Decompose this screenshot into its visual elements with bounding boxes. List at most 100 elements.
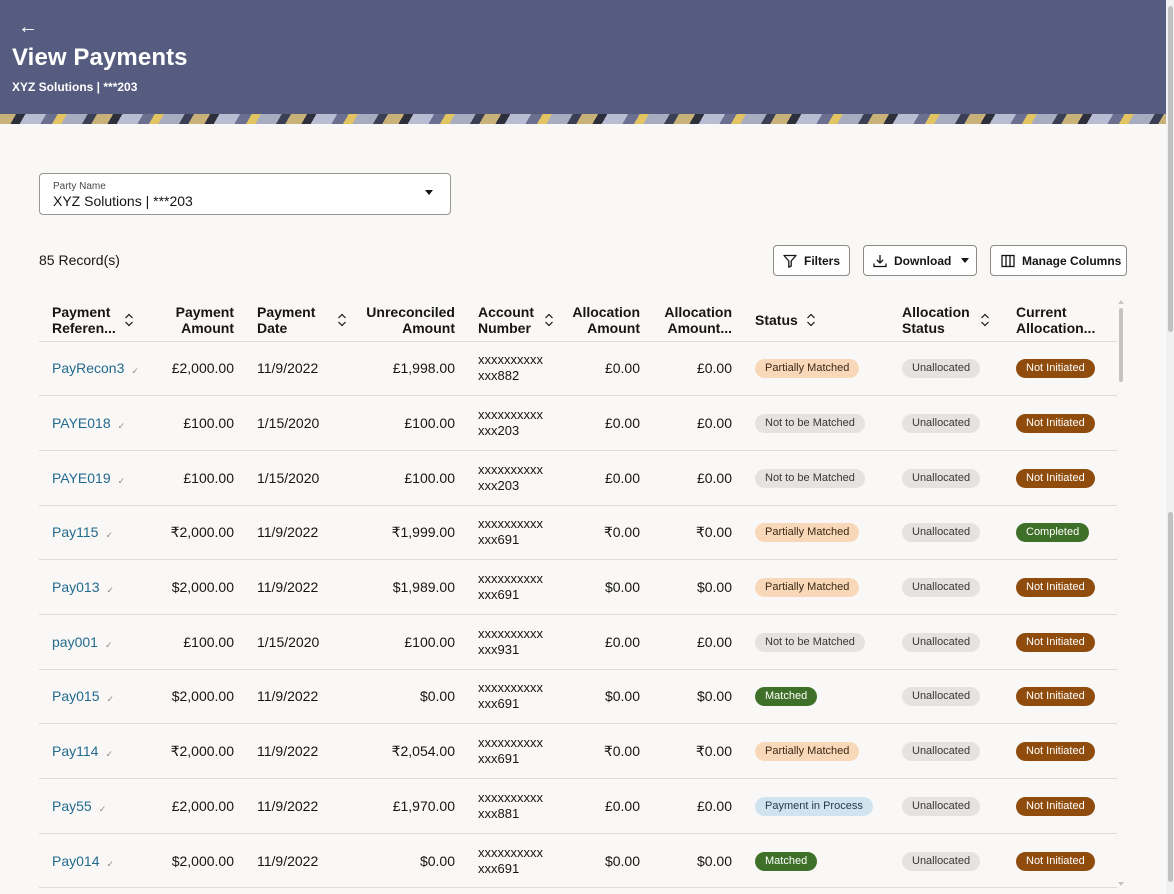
col-header-status[interactable]: Status [742, 299, 889, 342]
current-allocation-badge: Not Initiated [1016, 687, 1095, 707]
page-scrollbar-thumb-secondary[interactable] [1168, 512, 1173, 882]
party-name-label: Party Name [53, 181, 106, 192]
status-badge: Not to be Matched [755, 414, 865, 434]
edit-icon[interactable]: ✓ [105, 749, 113, 759]
account-number-mask: xxxxxxxxxx [478, 735, 543, 751]
table-row[interactable]: Pay013 ✓ $2,000.00 11/9/2022 $1,989.00 xxxxxx… [39, 559, 1117, 615]
account-number-mask: xxxxxxxxxx [478, 571, 543, 587]
manage-columns-label: Manage Columns [1022, 253, 1122, 268]
account-number-suffix: xxx691 [478, 532, 520, 548]
edit-icon[interactable]: ✓ [131, 366, 139, 376]
sort-icon[interactable] [544, 313, 554, 327]
edit-icon[interactable]: ✓ [118, 421, 126, 431]
current-allocation-cell: Not Initiated [1003, 669, 1117, 725]
payment-reference-link[interactable]: pay001 [52, 634, 98, 650]
current-allocation-badge: Not Initiated [1016, 796, 1095, 816]
payment-reference-link[interactable]: PAYE019 [52, 470, 111, 486]
status-cell: Not to be Matched [742, 450, 889, 506]
account-number-suffix: xxx691 [478, 751, 520, 767]
payment-amount-cell: £2,000.00 [141, 341, 244, 397]
col-header-allocation-amount: Allocation Amount [559, 299, 650, 342]
account-number-mask: xxxxxxxxxx [478, 516, 543, 532]
table-row[interactable]: Pay115 ✓ ₹2,000.00 11/9/2022 ₹1,999.00 xxxxxx… [39, 505, 1117, 561]
table-row[interactable]: Pay014 ✓ $2,000.00 11/9/2022 $0.00 xxxxxxxxxx… [39, 833, 1117, 889]
edit-icon[interactable]: ✓ [105, 640, 113, 650]
account-number-cell: xxxxxxxxxx xxx691 [465, 505, 559, 561]
page-scrollbar-thumb[interactable] [1168, 6, 1173, 332]
payment-reference-link[interactable]: PAYE018 [52, 415, 111, 431]
payment-reference-link[interactable]: PayRecon3 [52, 360, 124, 376]
col-header-unreconciled-amount: Unreconciled Amount [346, 299, 465, 342]
col-header-payment-date[interactable]: Payment Date [244, 299, 347, 342]
payment-reference-link[interactable]: Pay013 [52, 579, 99, 595]
sort-icon[interactable] [124, 313, 134, 327]
table-row[interactable]: PayRecon3 ✓ £2,000.00 11/9/2022 £1,998.00 xxx… [39, 341, 1117, 397]
edit-icon[interactable]: ✓ [105, 530, 113, 540]
unreconciled-amount-cell: £1,998.00 [346, 341, 465, 397]
sort-icon[interactable] [980, 313, 990, 327]
payment-amount-cell: ₹2,000.00 [141, 505, 244, 561]
scroll-up-icon[interactable] [1118, 300, 1124, 304]
filters-button[interactable]: Filters [773, 245, 850, 276]
table-row[interactable]: PAYE018 ✓ £100.00 1/15/2020 £100.00 xxxxxxxxx… [39, 395, 1117, 451]
sort-icon[interactable] [337, 313, 347, 327]
party-name-select[interactable]: Party Name XYZ Solutions | ***203 [39, 173, 451, 215]
col-header-account-number[interactable]: Account Number [465, 299, 559, 342]
payment-amount-cell: $2,000.00 [141, 669, 244, 725]
allocation-amount-2-cell: £0.00 [650, 778, 742, 834]
account-number-suffix: xxx203 [478, 477, 520, 493]
col-header-allocation-status[interactable]: Allocation Status [889, 299, 1003, 342]
allocation-status-cell: Unallocated [889, 833, 1003, 889]
table-row[interactable]: PAYE019 ✓ £100.00 1/15/2020 £100.00 xxxxxxxxx… [39, 450, 1117, 506]
table-row[interactable]: Pay015 ✓ $2,000.00 11/9/2022 $0.00 xxxxxxxxxx… [39, 669, 1117, 725]
manage-columns-button[interactable]: Manage Columns [990, 245, 1127, 276]
download-label: Download [894, 253, 952, 268]
account-number-mask: xxxxxxxxxx [478, 680, 543, 696]
edit-icon[interactable]: ✓ [106, 585, 114, 595]
payment-reference-link[interactable]: Pay014 [52, 853, 99, 869]
account-number-mask: xxxxxxxxxx [478, 407, 543, 423]
account-number-cell: xxxxxxxxxx xxx203 [465, 395, 559, 451]
edit-icon[interactable]: ✓ [118, 476, 126, 486]
payment-date-cell: 1/15/2020 [244, 450, 346, 506]
page-scrollbar[interactable] [1166, 0, 1174, 894]
back-arrow-icon[interactable]: ← [18, 16, 40, 38]
edit-icon[interactable]: ✓ [106, 694, 114, 704]
table-scrollbar[interactable] [1117, 300, 1125, 886]
download-icon [873, 254, 887, 267]
status-cell: Not to be Matched [742, 614, 889, 670]
payment-reference-link[interactable]: Pay114 [52, 743, 98, 759]
page-header: ← View Payments XYZ Solutions | ***203 [0, 0, 1166, 124]
payment-amount-cell: £100.00 [141, 395, 244, 451]
allocation-status-badge: Unallocated [902, 414, 981, 434]
table-row[interactable]: Pay55 ✓ £2,000.00 11/9/2022 £1,970.00 xxxxxxx… [39, 778, 1117, 834]
payment-reference-cell: Pay014 ✓ [39, 833, 141, 889]
col-header-payment-amount: Payment Amount [141, 299, 244, 342]
status-cell: Payment in Process [742, 778, 889, 834]
payment-reference-link[interactable]: Pay015 [52, 688, 99, 704]
status-cell: Matched [742, 833, 889, 889]
account-number-mask: xxxxxxxxxx [478, 461, 543, 477]
allocation-status-badge: Unallocated [902, 632, 981, 652]
account-number-suffix: xxx691 [478, 587, 520, 603]
allocation-amount-cell: £0.00 [559, 395, 650, 451]
account-number-cell: xxxxxxxxxx xxx691 [465, 559, 559, 615]
edit-icon[interactable]: ✓ [106, 859, 114, 869]
download-button[interactable]: Download [863, 245, 977, 276]
sort-icon[interactable] [806, 313, 816, 327]
payment-reference-link[interactable]: Pay55 [52, 798, 92, 814]
table-row[interactable]: Pay114 ✓ ₹2,000.00 11/9/2022 ₹2,054.00 xxxxxx… [39, 723, 1117, 779]
table-row[interactable]: pay001 ✓ £100.00 1/15/2020 £100.00 xxxxxxxxxx… [39, 614, 1117, 670]
allocation-status-cell: Unallocated [889, 559, 1003, 615]
edit-icon[interactable]: ✓ [99, 804, 107, 814]
scroll-down-icon[interactable] [1118, 882, 1124, 886]
allocation-status-badge: Unallocated [902, 468, 981, 488]
unreconciled-amount-cell: $1,989.00 [346, 559, 465, 615]
col-header-payment-reference[interactable]: Payment Referen... [39, 299, 141, 342]
payment-reference-link[interactable]: Pay115 [52, 524, 98, 540]
payment-reference-cell: PAYE019 ✓ [39, 450, 141, 506]
account-number-cell: xxxxxxxxxx xxx931 [465, 614, 559, 670]
table-scrollbar-thumb[interactable] [1119, 308, 1123, 382]
columns-icon [1001, 254, 1015, 267]
unreconciled-amount-cell: £100.00 [346, 450, 465, 506]
